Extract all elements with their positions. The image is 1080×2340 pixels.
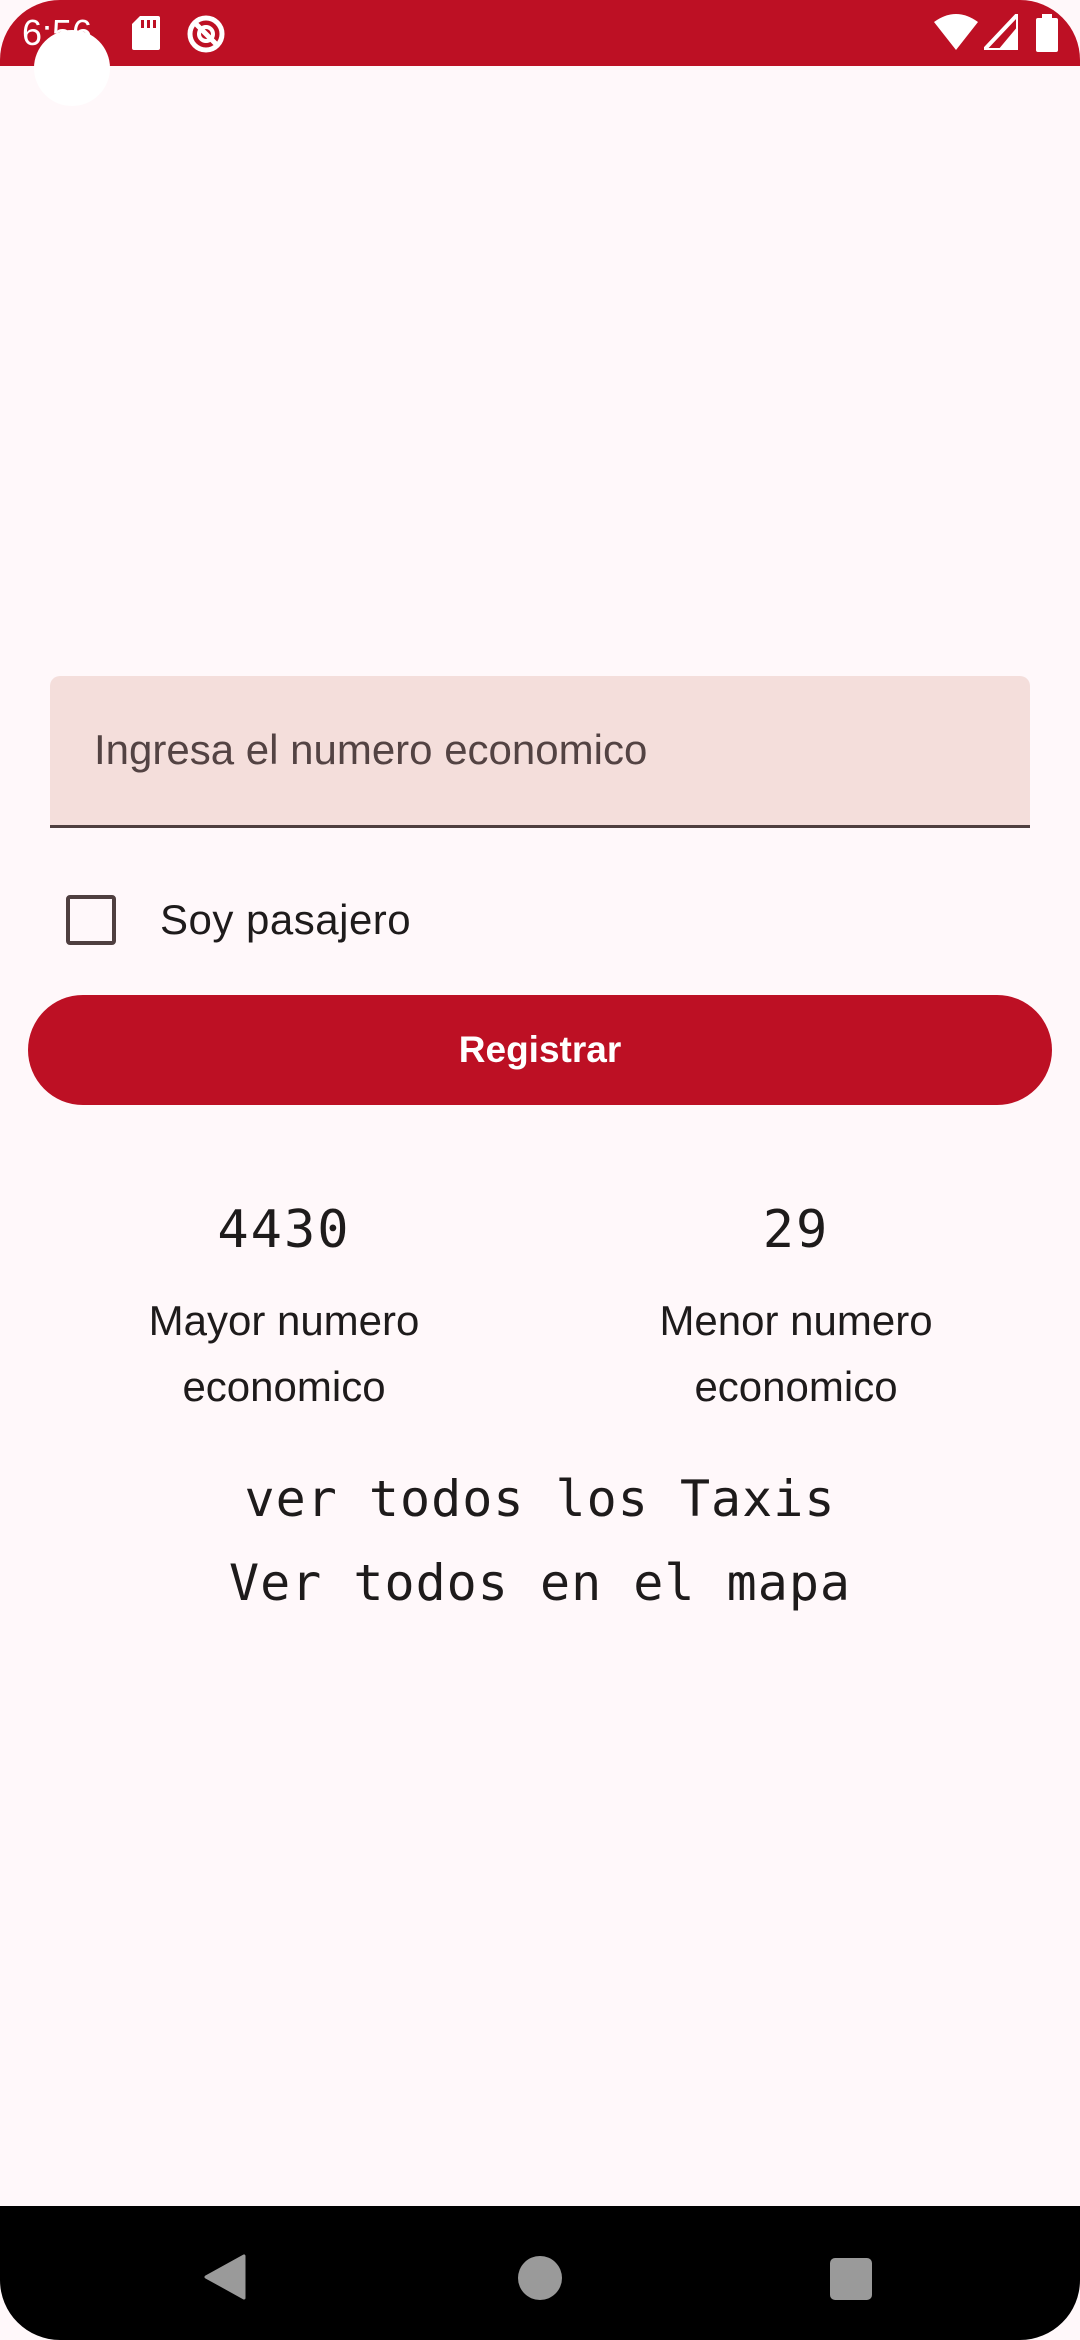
- navigation-bar: [0, 2206, 1080, 2340]
- passenger-checkbox[interactable]: [66, 895, 116, 945]
- sd-card-icon: [132, 16, 160, 50]
- home-icon[interactable]: [518, 2256, 562, 2300]
- battery-icon: [1036, 14, 1058, 52]
- app-screen: 6:56 Soy pasajero Registrar: [0, 0, 1080, 2340]
- status-bar: 6:56: [0, 0, 1080, 106]
- economic-number-field[interactable]: [50, 676, 1030, 828]
- do-not-disturb-icon: [187, 15, 225, 53]
- passenger-checkbox-row[interactable]: Soy pasajero: [66, 892, 411, 948]
- economic-number-input[interactable]: [94, 676, 994, 824]
- min-economic-number-label: Menor numero economico: [659, 1297, 933, 1410]
- max-economic-number-stat: 4430 Mayor numero economico: [84, 1190, 484, 1420]
- max-economic-number-label: Mayor numero economico: [148, 1297, 420, 1410]
- passenger-checkbox-label: Soy pasajero: [160, 896, 412, 943]
- signal-icon: [984, 14, 1018, 50]
- back-icon[interactable]: [204, 2254, 246, 2300]
- view-all-taxis-link[interactable]: ver todos los Taxis: [0, 1470, 1080, 1528]
- min-economic-number-stat: 29 Menor numero economico: [596, 1190, 996, 1420]
- view-all-on-map-link[interactable]: Ver todos en el mapa: [0, 1554, 1080, 1612]
- max-economic-number-value: 4430: [217, 1200, 351, 1260]
- recents-icon[interactable]: [830, 2258, 872, 2300]
- min-economic-number-value: 29: [762, 1200, 830, 1260]
- wifi-icon: [934, 14, 978, 50]
- camera-cutout: [34, 30, 110, 106]
- register-button[interactable]: Registrar: [28, 995, 1052, 1105]
